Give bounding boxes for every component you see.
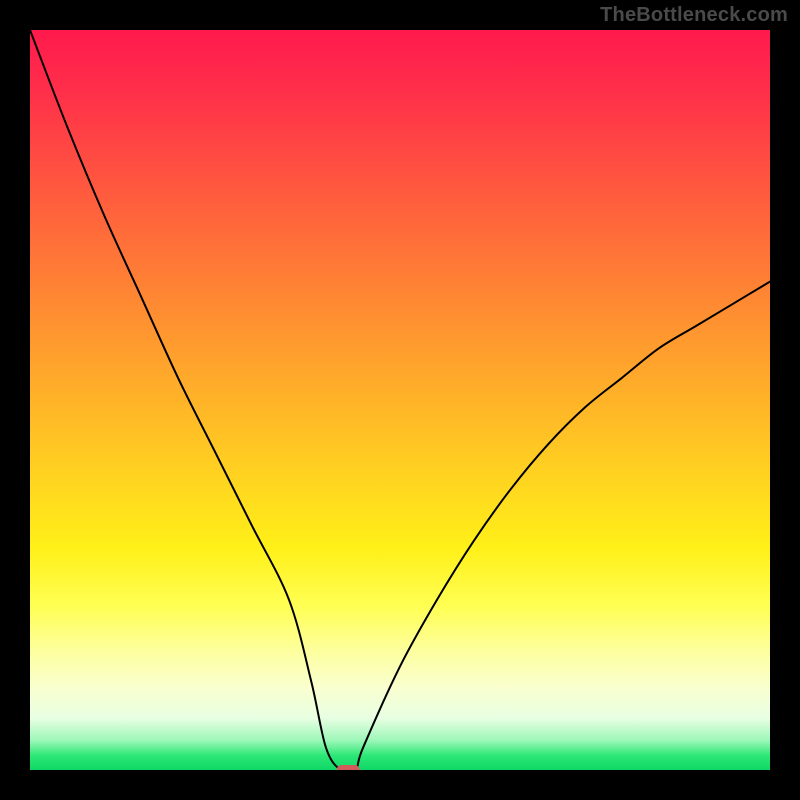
bottleneck-curve <box>30 30 770 770</box>
chart-frame: TheBottleneck.com <box>0 0 800 800</box>
watermark-text: TheBottleneck.com <box>600 4 788 27</box>
plot-area <box>30 30 770 770</box>
optimal-marker <box>337 766 359 770</box>
bottleneck-curve-svg <box>30 30 770 770</box>
